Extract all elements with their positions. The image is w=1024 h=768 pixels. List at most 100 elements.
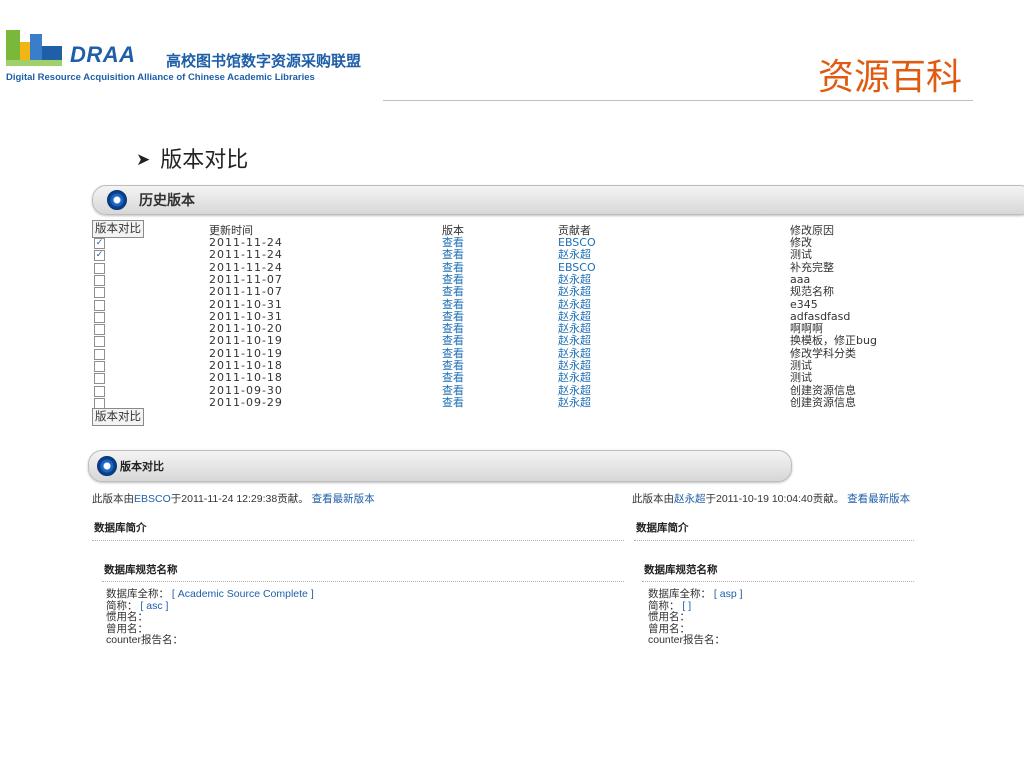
right-section-title: 数据库简介 [636, 522, 689, 534]
right-info-prefix: 此版本由 [632, 493, 674, 505]
compare-panel-title: 版本对比 [120, 460, 164, 473]
history-row: 2011-10-18 查看 赵永超 测试 [92, 371, 922, 385]
history-row-contributor-link[interactable]: EBSCO [558, 237, 596, 248]
history-row-contributor-link[interactable]: 赵永超 [558, 286, 591, 297]
history-row-contributor-link[interactable]: 赵永超 [558, 274, 591, 285]
version-checkbox[interactable] [94, 348, 105, 360]
history-row-date: 2011-10-18 [209, 371, 283, 385]
draa-logo-mark [6, 30, 62, 66]
history-row-date: 2011-10-18 [209, 359, 283, 372]
left-info-time: 于2011-11-24 12:29:38贡献。 [170, 493, 309, 505]
history-row-contributor-link[interactable]: 赵永超 [558, 360, 591, 371]
history-row-contributor-link[interactable]: 赵永超 [558, 323, 591, 334]
history-row-contributor-link[interactable]: 赵永超 [558, 249, 591, 260]
left-version-info: 此版本由EBSCO于2011-11-24 12:29:38贡献。 查看最新版本 [92, 491, 375, 506]
history-row-contributor-link[interactable]: 赵永超 [558, 299, 591, 310]
history-row-contributor-link[interactable]: EBSCO [558, 262, 596, 273]
left-subsection-divider [102, 581, 624, 582]
history-row-reason: 测试 [790, 248, 812, 262]
right-view-latest-link[interactable]: 查看最新版本 [847, 493, 910, 505]
right-section-divider [634, 540, 914, 541]
history-row-view-link[interactable]: 查看 [442, 262, 464, 273]
history-row-contributor-link[interactable]: 赵永超 [558, 385, 591, 396]
history-row-contributor-link[interactable]: 赵永超 [558, 397, 591, 408]
history-row-contributor-link[interactable]: 赵永超 [558, 348, 591, 359]
history-row-view-link[interactable]: 查看 [442, 348, 464, 359]
left-info-prefix: 此版本由 [92, 493, 134, 505]
history-row-date: 2011-11-24 [209, 236, 283, 249]
history-row-reason: 换模板，修正bug [790, 334, 877, 348]
history-row: 2011-10-31 查看 赵永超 e345 [92, 299, 922, 311]
history-row-date: 2011-11-07 [209, 272, 283, 286]
history-row-date: 2011-11-24 [209, 260, 283, 274]
version-checkbox[interactable] [94, 361, 105, 372]
history-row-view-link[interactable]: 查看 [442, 360, 464, 371]
compare-panel-header: 版本对比 [88, 450, 792, 482]
left-author-link[interactable]: EBSCO [134, 493, 171, 505]
slide-title: 资源百科 [817, 57, 962, 98]
bullet-heading: ➤ 版本对比 [136, 142, 248, 174]
compare-versions-button-top[interactable]: 版本对比 [92, 220, 144, 238]
history-row-contributor-link[interactable]: 赵永超 [558, 372, 591, 383]
history-row-contributor-link[interactable]: 赵永超 [558, 311, 591, 322]
history-row-view-link[interactable]: 查看 [442, 335, 464, 346]
right-info-time: 于2011-10-19 10:04:40贡献。 [705, 493, 845, 505]
bullet-text: 版本对比 [160, 148, 249, 173]
version-checkbox[interactable] [94, 311, 105, 323]
version-checkbox[interactable] [94, 299, 105, 311]
compare-versions-button-bottom[interactable]: 版本对比 [92, 408, 144, 426]
history-row-view-link[interactable]: 查看 [442, 397, 464, 408]
history-row-view-link[interactable]: 查看 [442, 274, 464, 285]
bullet-arrow-icon: ➤ [136, 150, 151, 170]
history-row-reason: 啊啊啊 [790, 322, 823, 336]
right-field-counter-name: counter报告名： [648, 634, 726, 646]
version-checkbox[interactable]: ✓ [94, 238, 105, 249]
version-checkbox[interactable] [94, 385, 105, 397]
history-row-view-link[interactable]: 查看 [442, 249, 464, 260]
version-checkbox[interactable] [94, 324, 105, 336]
history-row: 2011-09-30 查看 赵永超 创建资源信息 [92, 385, 922, 397]
history-row-view-link[interactable]: 查看 [442, 286, 464, 297]
right-version-info: 此版本由赵永超于2011-10-19 10:04:40贡献。 查看最新版本 [632, 491, 910, 506]
history-row-date: 2011-11-07 [209, 285, 283, 299]
history-row-reason: 创建资源信息 [790, 395, 856, 409]
panel-bullet-icon [107, 190, 127, 210]
version-checkbox[interactable] [94, 274, 105, 286]
history-row: 2011-11-24 查看 EBSCO 补充完整 [92, 260, 922, 274]
history-row-date: 2011-10-20 [209, 322, 283, 336]
history-row-view-link[interactable]: 查看 [442, 323, 464, 334]
history-row-contributor-link[interactable]: 赵永超 [558, 335, 591, 346]
history-row-view-link[interactable]: 查看 [442, 299, 464, 310]
history-row-view-link[interactable]: 查看 [442, 372, 464, 383]
version-checkbox[interactable] [94, 336, 105, 348]
history-row-view-link[interactable]: 查看 [442, 237, 464, 248]
history-row: 2011-10-18 查看 赵永超 测试 [92, 359, 922, 372]
history-row: 2011-10-19 查看 赵永超 换模板，修正bug [92, 334, 922, 348]
history-row-reason: 修改学科分类 [790, 346, 856, 360]
history-row-date: 2011-10-31 [209, 309, 283, 323]
history-row: 2011-09-29 查看 赵永超 创建资源信息 [92, 395, 922, 409]
history-row: ✓ 2011-11-24 查看 EBSCO 修改 [92, 236, 922, 249]
brand-name: DRAA [70, 42, 136, 67]
version-checkbox[interactable] [94, 287, 105, 299]
history-row-date: 2011-09-29 [209, 395, 283, 409]
history-row: 2011-10-31 查看 赵永超 adfasdfasd [92, 309, 922, 323]
left-view-latest-link[interactable]: 查看最新版本 [312, 493, 375, 505]
brand-name-cn: 高校图书馆数字资源采购联盟 [166, 52, 362, 70]
history-row: 2011-10-19 查看 赵永超 修改学科分类 [92, 346, 922, 360]
history-row-date: 2011-10-19 [209, 334, 283, 348]
history-panel-title: 历史版本 [139, 193, 195, 209]
brand-name-en: Digital Resource Acquisition Alliance of… [6, 72, 315, 83]
history-row: 2011-10-20 查看 赵永超 啊啊啊 [92, 322, 922, 336]
left-subsection-title: 数据库规范名称 [104, 564, 178, 576]
history-row-view-link[interactable]: 查看 [442, 311, 464, 322]
version-checkbox[interactable] [94, 262, 105, 274]
history-row-reason: 修改 [790, 236, 812, 249]
right-author-link[interactable]: 赵永超 [674, 493, 706, 505]
history-row-date: 2011-10-19 [209, 346, 283, 360]
version-checkbox[interactable]: ✓ [94, 250, 105, 262]
history-row: 2011-11-07 查看 赵永超 aaa [92, 272, 922, 286]
version-checkbox[interactable] [94, 373, 105, 385]
history-row-view-link[interactable]: 查看 [442, 385, 464, 396]
history-row-reason: 测试 [790, 359, 812, 372]
